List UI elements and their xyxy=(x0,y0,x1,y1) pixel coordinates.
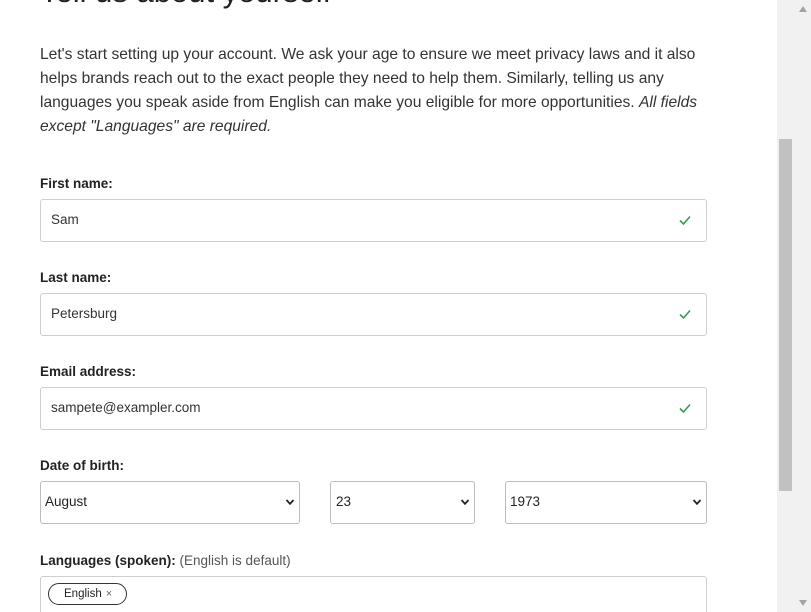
first-name-label: First name: xyxy=(40,176,113,191)
dob-month-value: August xyxy=(45,494,88,509)
languages-label: Languages (spoken): (English is default) xyxy=(40,553,291,568)
chevron-down-icon xyxy=(692,499,702,506)
chevron-down-icon xyxy=(285,499,295,506)
dob-year-value: 1973 xyxy=(510,494,541,509)
remove-tag-icon[interactable]: × xyxy=(106,588,112,600)
last-name-value[interactable]: Petersburg xyxy=(51,306,117,321)
dob-label: Date of birth: xyxy=(40,458,124,473)
language-tag-label: English xyxy=(64,588,102,600)
email-label: Email address: xyxy=(40,364,137,379)
dob-year-select[interactable]: 1973 xyxy=(505,481,707,524)
scroll-up-arrow-icon[interactable] xyxy=(799,6,807,12)
page-title: Tell us about yourself xyxy=(40,0,331,10)
intro-text: Let's start setting up your account. We … xyxy=(40,46,696,111)
dob-month-select[interactable]: August xyxy=(40,481,300,524)
first-name-value[interactable]: Sam xyxy=(51,212,79,227)
scrollbar-thumb[interactable] xyxy=(779,139,792,491)
dob-day-value: 23 xyxy=(336,494,352,509)
last-name-field[interactable]: Petersburg xyxy=(40,293,707,336)
scroll-down-arrow-icon[interactable] xyxy=(799,600,807,606)
languages-input[interactable]: English × xyxy=(40,576,707,612)
first-name-field[interactable]: Sam xyxy=(40,199,707,242)
languages-label-text: Languages (spoken): xyxy=(40,553,176,568)
languages-hint: (English is default) xyxy=(179,553,291,568)
check-icon xyxy=(679,309,691,320)
check-icon xyxy=(679,403,691,414)
intro-paragraph: Let's start setting up your account. We … xyxy=(40,43,720,139)
email-value[interactable]: sampete@exampler.com xyxy=(51,400,201,415)
language-tag: English × xyxy=(48,583,128,605)
signup-page: Tell us about yourself Let's start setti… xyxy=(0,0,811,612)
dob-day-select[interactable]: 23 xyxy=(330,481,475,524)
page-scrollbar[interactable] xyxy=(777,0,811,612)
chevron-down-icon xyxy=(460,499,470,506)
email-field[interactable]: sampete@exampler.com xyxy=(40,387,707,430)
last-name-label: Last name: xyxy=(40,270,112,285)
check-icon xyxy=(679,215,691,226)
